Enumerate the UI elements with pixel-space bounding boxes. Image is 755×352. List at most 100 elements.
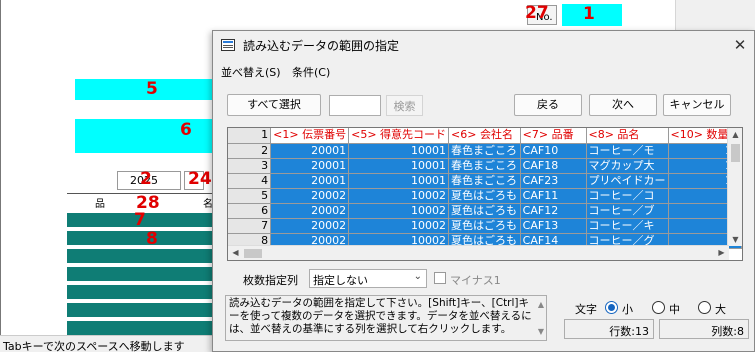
close-button[interactable]: ✕ [730,35,750,55]
list-row[interactable] [67,321,215,335]
window-icon [221,39,235,51]
vertical-scrollbar[interactable]: ▲ ▼ [727,128,742,246]
scroll-down-icon[interactable]: ▼ [538,325,544,338]
table-row[interactable]: 3 20001 10001 春色まごころ CAF18 マグカップ大 10 [228,158,742,174]
row-number: 7 [228,218,272,234]
scroll-right-icon[interactable]: ▶ [714,248,729,257]
font-size-label: 文字 [575,303,597,316]
font-medium-label: 中 [669,303,680,316]
cell[interactable]: CAF13 [520,218,587,234]
cell[interactable]: コーヒー／ブ [586,203,669,219]
cell[interactable]: 10002 [348,218,450,234]
instruction-body: 読み込むデータの範囲を指定して下さい。[Shift]キー、[Ctrl]キーを使っ… [229,297,532,335]
minus-one-label: マイナス1 [450,274,501,287]
marker-5: 5 [146,79,158,99]
cell[interactable]: 20001 [270,173,350,189]
list-row[interactable] [67,267,215,281]
column-header[interactable]: <5> 得意先コード [348,128,450,144]
cell[interactable]: CAF10 [520,143,587,159]
table-row[interactable]: 6 20002 10002 夏色はごろも CAF12 コーヒー／ブ 5 [228,203,742,219]
cell[interactable]: 10001 [348,143,450,159]
column-header[interactable]: <6> 会社名 [448,128,521,144]
search-input[interactable] [329,95,381,116]
horizontal-scrollbar[interactable]: ◀ ▶ [228,245,729,260]
vertical-scroll-thumb[interactable] [731,144,740,162]
data-grid[interactable]: 1 <1> 伝票番号 <5> 得意先コード <6> 会社名 <7> 品番 <8>… [227,127,743,261]
cell[interactable]: 20002 [270,188,350,204]
cell[interactable]: 夏色はごろも [448,203,521,219]
minus-one-checkbox[interactable] [434,272,446,284]
dialog-titlebar[interactable]: 読み込むデータの範囲の指定 ✕ [213,31,754,59]
field-5[interactable] [75,79,215,100]
row-number: 6 [228,203,272,219]
field-6[interactable] [75,119,215,153]
cell[interactable]: 夏色はごろも [448,188,521,204]
list-row[interactable] [67,303,215,317]
scroll-left-icon[interactable]: ◀ [228,248,243,257]
cell[interactable]: CAF23 [520,173,587,189]
table-header-row[interactable]: 1 <1> 伝票番号 <5> 得意先コード <6> 会社名 <7> 品番 <8>… [228,128,742,144]
cell[interactable]: 20002 [270,203,350,219]
cell[interactable]: マグカップ大 [586,158,669,174]
font-small-label: 小 [622,303,633,316]
cell[interactable]: プリペイドカー [586,173,669,189]
cell[interactable]: 10001 [348,173,450,189]
cell[interactable]: 夏色はごろも [448,218,521,234]
cell[interactable]: CAF18 [520,158,587,174]
menu-condition[interactable]: 条件(C) [292,64,330,80]
cell[interactable]: 20001 [270,158,350,174]
horizontal-scroll-thumb[interactable] [244,249,262,258]
row-number: 4 [228,173,272,189]
row-number: 2 [228,143,272,159]
next-button[interactable]: 次へ [589,94,657,116]
table-row[interactable]: 5 20002 10002 夏色はごろも CAF11 コーヒー／コ 5 [228,188,742,204]
column-header[interactable]: <8> 品名 [586,128,669,144]
scroll-up-icon[interactable]: ▲ [538,298,544,311]
form-left-border [0,0,1,340]
table-row[interactable]: 7 20002 10002 夏色はごろも CAF13 コーヒー／キ 5 [228,218,742,234]
cell[interactable]: 20001 [270,143,350,159]
column-header[interactable]: <1> 伝票番号 [270,128,350,144]
cell[interactable]: CAF11 [520,188,587,204]
font-medium-radio[interactable] [652,301,665,314]
scroll-up-icon[interactable]: ▲ [728,130,742,139]
search-button[interactable]: 検索 [386,95,423,116]
select-all-button[interactable]: すべて選択 [227,94,321,116]
column-header[interactable]: <7> 品番 [520,128,587,144]
list-row[interactable] [67,285,215,299]
cell[interactable]: コーヒー／モ [586,143,669,159]
cell[interactable]: 春色まごころ [448,173,521,189]
table-row[interactable]: 4 20001 10001 春色まごころ CAF23 プリペイドカー 10 [228,173,742,189]
menu-bar: 並べ替え(S) 条件(C) [213,61,754,81]
marker-1: 1 [583,4,595,24]
font-large-radio[interactable] [698,301,711,314]
row-count: 行数:13 [564,319,654,339]
marker-6: 6 [180,120,192,140]
cell[interactable]: CAF12 [520,203,587,219]
cell[interactable]: 10001 [348,158,450,174]
scroll-down-icon[interactable]: ▼ [728,235,742,244]
instruction-text: 読み込むデータの範囲を指定して下さい。[Shift]キー、[Ctrl]キーを使っ… [225,295,547,341]
cell[interactable]: コーヒー／コ [586,188,669,204]
cell[interactable]: 10002 [348,203,450,219]
sheet-count-select[interactable]: 指定しない ⌄ [309,269,427,288]
status-bar: Tabキーで次のスペースへ移動します [0,335,212,352]
font-small-radio[interactable] [605,301,618,314]
menu-sort[interactable]: 並べ替え(S) [221,64,281,80]
row-number: 3 [228,158,272,174]
column-count: 列数:8 [659,319,749,339]
table-row[interactable]: 2 20001 10001 春色まごころ CAF10 コーヒー／モ 10 [228,143,742,159]
list-row[interactable] [67,231,215,245]
cell[interactable]: 春色まごころ [448,158,521,174]
data-table: 1 <1> 伝票番号 <5> 得意先コード <6> 会社名 <7> 品番 <8>… [228,128,742,249]
cell[interactable]: コーヒー／キ [586,218,669,234]
cancel-button[interactable]: キャンセル [663,94,731,116]
cell[interactable]: 春色まごころ [448,143,521,159]
cell[interactable]: 20002 [270,218,350,234]
back-button[interactable]: 戻る [514,94,582,116]
row-number: 5 [228,188,272,204]
marker-2: 2 [140,169,152,189]
cell[interactable]: 10002 [348,188,450,204]
list-row[interactable] [67,249,215,263]
marker-24: 24 [188,169,212,189]
